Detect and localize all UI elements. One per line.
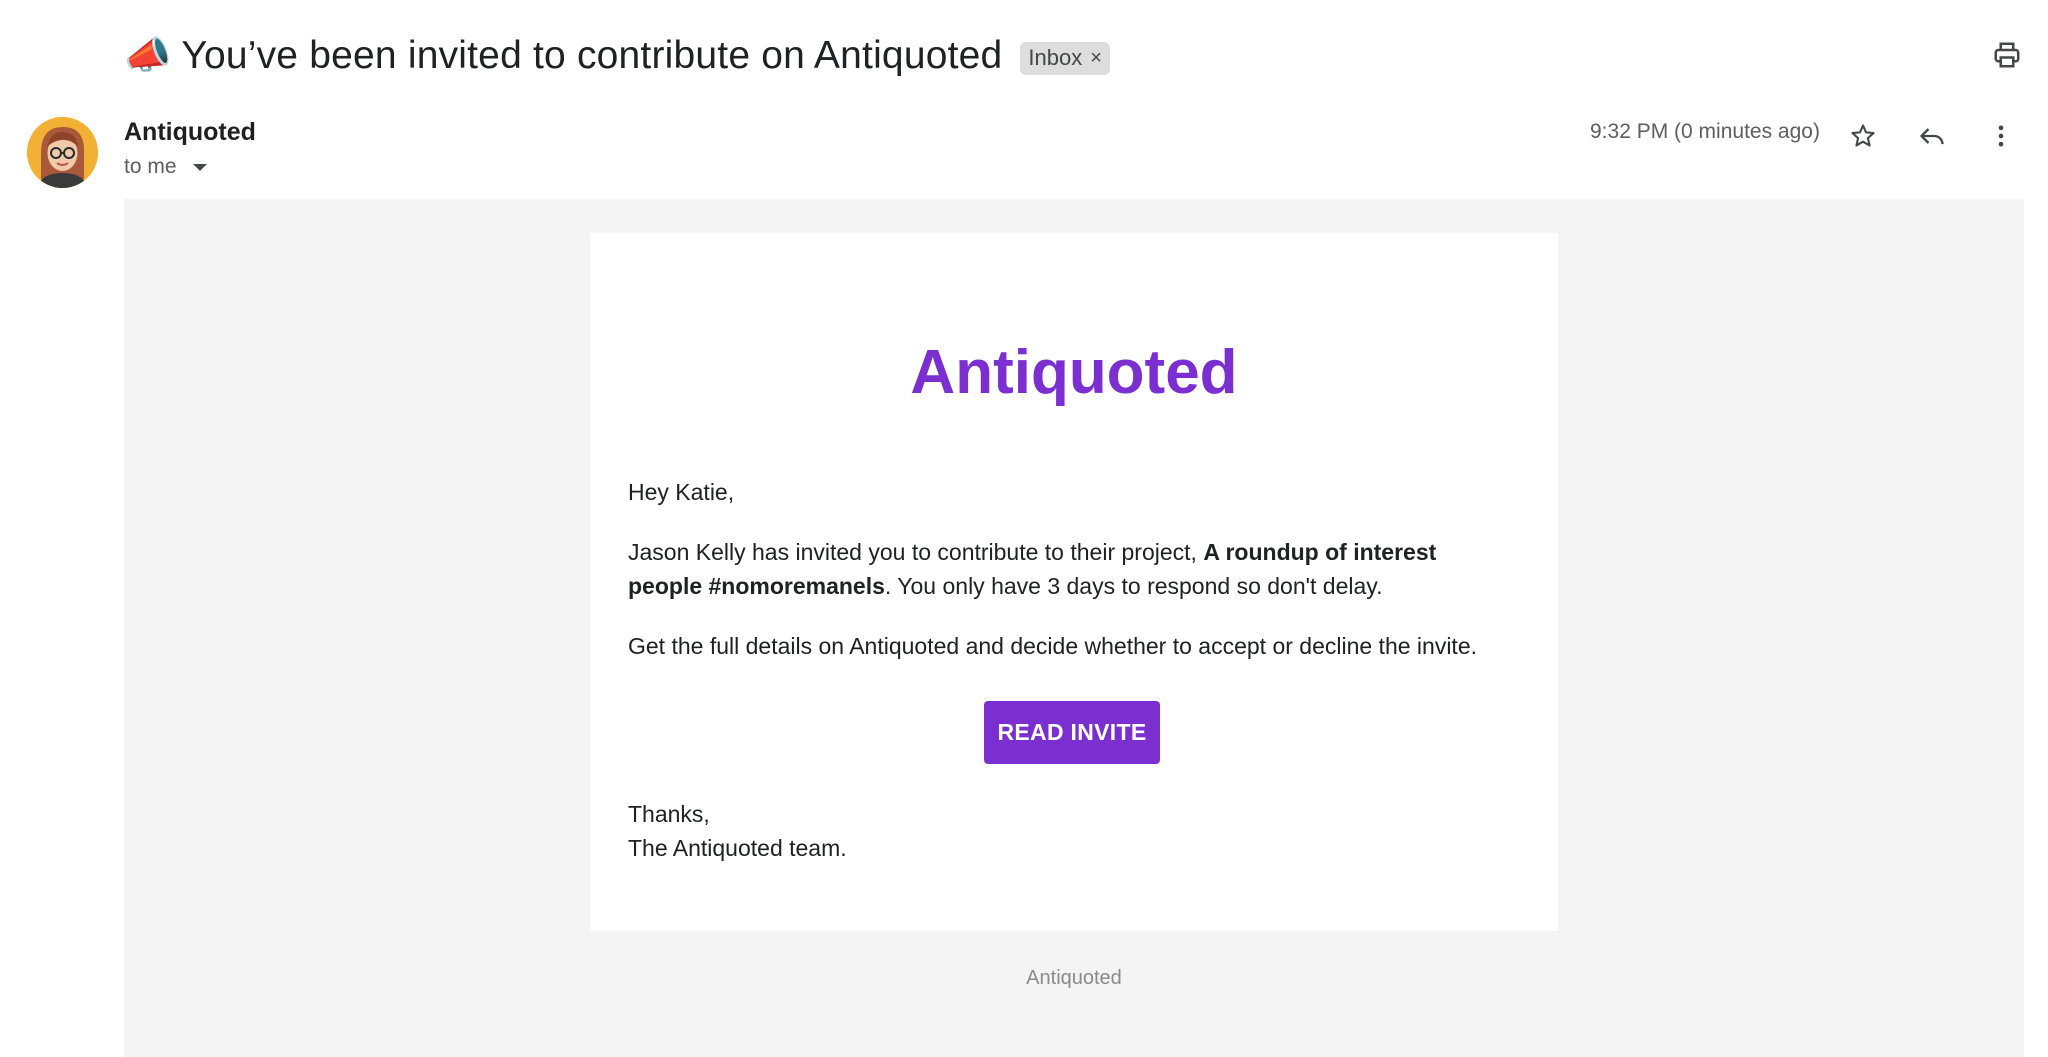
invite-paragraph: Jason Kelly has invited you to contribut…: [628, 535, 1498, 603]
email-subject: You’ve been invited to contribute on Ant…: [181, 34, 1003, 77]
megaphone-emoji: 📣: [124, 35, 172, 77]
email-footer: Antiquoted: [1026, 967, 1122, 989]
read-invite-button[interactable]: READ INVITE: [984, 701, 1160, 764]
invite-text-end: . You only have 3 days to respond so don…: [884, 573, 1383, 599]
details-paragraph: Get the full details on Antiquoted and d…: [628, 633, 1478, 659]
subject-row: 📣 You’ve been invited to contribute on A…: [124, 28, 1110, 84]
recipient-details-toggle[interactable]: to me: [124, 155, 207, 179]
sender-name[interactable]: Antiquoted: [124, 118, 256, 147]
message-timestamp: 9:32 PM (0 minutes ago): [1590, 120, 1820, 143]
avatar-image: [27, 117, 98, 188]
greeting: Hey Katie,: [628, 479, 735, 505]
caret-down-icon: [192, 163, 207, 171]
recipient-label: to me: [124, 155, 177, 178]
more-vert-icon: [1998, 125, 2004, 147]
invite-text-start: Jason Kelly has invited you to contribut…: [628, 539, 1204, 565]
reply-icon: [1920, 128, 1944, 145]
email-body: Antiquoted Hey Katie, Jason Kelly has in…: [124, 199, 2024, 1057]
print-button[interactable]: [1990, 38, 2024, 72]
inbox-label-chip[interactable]: Inbox ×: [1020, 41, 1110, 75]
remove-label-icon[interactable]: ×: [1090, 47, 1102, 70]
more-options-button[interactable]: [1981, 116, 2021, 156]
brand-title: Antiquoted: [910, 338, 1238, 407]
star-button[interactable]: [1843, 116, 1883, 156]
inbox-label-text: Inbox: [1028, 45, 1083, 70]
printer-icon: [1994, 42, 2020, 68]
email-card: Antiquoted Hey Katie, Jason Kelly has in…: [590, 233, 1558, 931]
sender-avatar[interactable]: [27, 117, 98, 188]
signoff-thanks: Thanks,: [628, 801, 710, 827]
signoff-team: The Antiquoted team.: [628, 835, 847, 861]
star-icon: [1851, 124, 1875, 147]
reply-button[interactable]: [1912, 116, 1952, 156]
